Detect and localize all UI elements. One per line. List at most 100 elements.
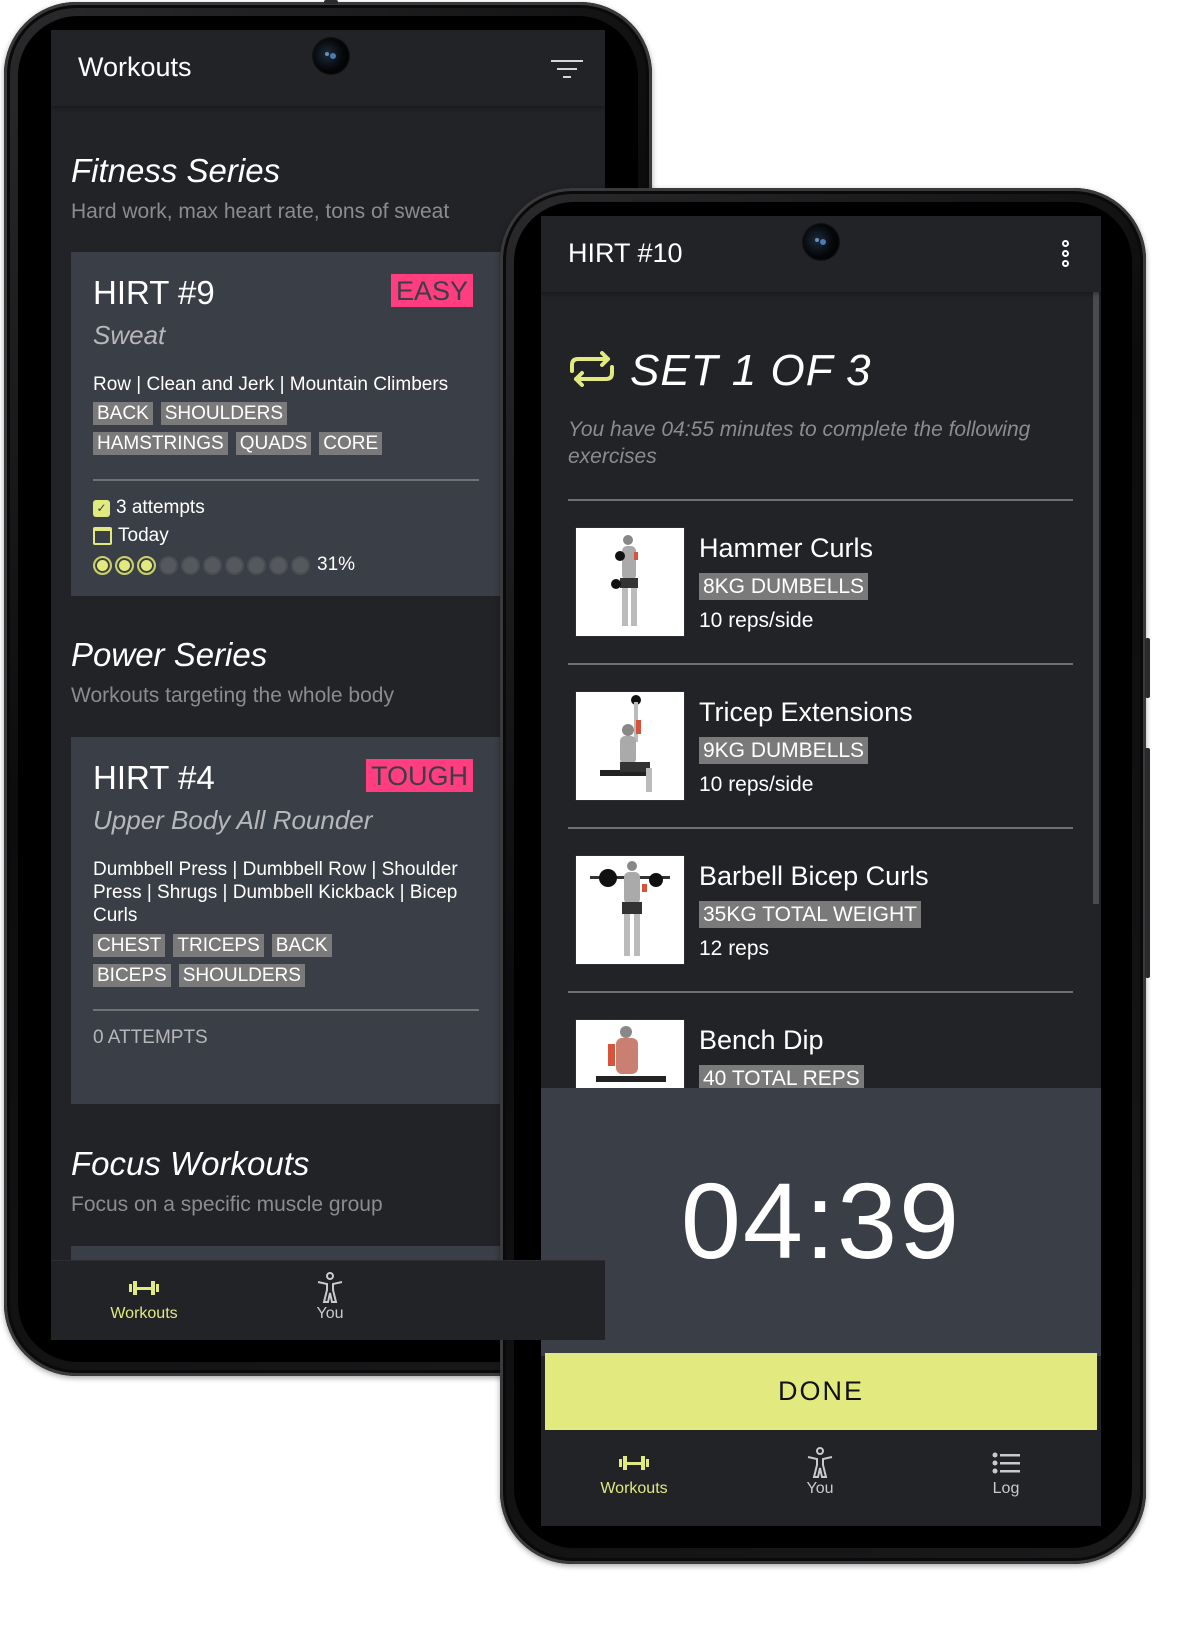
progress-dot-filled bbox=[93, 555, 112, 575]
nav-label: You bbox=[806, 1480, 834, 1497]
progress-dot-empty bbox=[291, 555, 310, 575]
exercise-image bbox=[575, 855, 685, 965]
muscle-tag: BACK bbox=[93, 402, 153, 425]
countdown-timer: 04:39 bbox=[680, 1160, 962, 1281]
front-camera bbox=[313, 38, 349, 74]
exercise-image bbox=[575, 527, 685, 637]
set-title: SET 1 OF 3 bbox=[630, 346, 872, 395]
muscle-tag: HAMSTRINGS bbox=[93, 432, 228, 455]
nav-label: You bbox=[316, 1305, 344, 1322]
attempts-row: ✓ 3 attempts bbox=[93, 497, 205, 519]
dumbbell-icon bbox=[84, 1271, 204, 1305]
timer-panel: 04:39 bbox=[541, 1088, 1101, 1356]
right-phone-screen: HIRT #10 SET 1 OF 3 You have 04:55 minut… bbox=[541, 216, 1101, 1526]
nav-item-you[interactable]: You bbox=[760, 1446, 880, 1498]
bottom-nav: Workouts You bbox=[51, 1260, 605, 1340]
repeat-icon bbox=[568, 350, 616, 392]
nav-item-log[interactable]: Log bbox=[946, 1446, 1066, 1498]
muscle-tags: BACK SHOULDERS HAMSTRINGS QUADS CORE bbox=[93, 402, 423, 455]
difficulty-badge: EASY bbox=[390, 274, 473, 307]
done-button[interactable]: DONE bbox=[545, 1353, 1097, 1430]
right-phone-frame: HIRT #10 SET 1 OF 3 You have 04:55 minut… bbox=[500, 188, 1150, 1564]
divider bbox=[568, 663, 1073, 665]
right-phone-bezel: HIRT #10 SET 1 OF 3 You have 04:55 minut… bbox=[514, 202, 1132, 1548]
progress-dot-filled bbox=[137, 555, 156, 575]
progress-dot-empty bbox=[203, 555, 222, 575]
nav-label: Log bbox=[992, 1480, 1020, 1497]
exercise-weight: 8KG DUMBELLS bbox=[699, 573, 869, 600]
card-divider bbox=[93, 1009, 479, 1011]
dumbbell-icon bbox=[574, 1446, 694, 1480]
workout-subtitle: Upper Body All Rounder bbox=[93, 805, 373, 835]
filter-icon[interactable] bbox=[551, 60, 583, 80]
progress-dot-empty bbox=[269, 555, 288, 575]
nav-item-workouts[interactable]: Workouts bbox=[84, 1271, 204, 1323]
bottom-nav: Workouts You Log bbox=[541, 1436, 1101, 1526]
section-subtitle: Focus on a specific muscle group bbox=[71, 1193, 383, 1216]
calendar-icon bbox=[93, 527, 112, 545]
nav-label: Workouts bbox=[110, 1305, 178, 1322]
card-divider bbox=[93, 479, 479, 481]
last-done-row: Today bbox=[93, 525, 169, 547]
workout-subtitle: Sweat bbox=[93, 320, 166, 350]
progress-dot-empty bbox=[159, 555, 178, 575]
person-icon bbox=[270, 1271, 390, 1305]
nav-item-you[interactable]: You bbox=[270, 1271, 390, 1323]
exercise-name: Hammer Curls bbox=[699, 533, 874, 563]
page-title: Workouts bbox=[78, 52, 192, 82]
difficulty-badge: TOUGH bbox=[365, 759, 473, 792]
muscle-tag: QUADS bbox=[235, 432, 312, 455]
exercise-list: Dumbbell Press | Dumbbell Row | Shoulder… bbox=[93, 859, 458, 926]
divider bbox=[568, 827, 1073, 829]
exercise-name: Bench Dip bbox=[699, 1025, 824, 1055]
exercise-reps: 12 reps bbox=[699, 937, 770, 960]
last-done-date: Today bbox=[118, 525, 169, 546]
progress-dot-empty bbox=[247, 555, 266, 575]
side-button bbox=[1145, 638, 1150, 698]
page-title: HIRT #10 bbox=[568, 238, 683, 268]
divider bbox=[568, 499, 1073, 501]
workout-card-hirt-4[interactable]: HIRT #4 TOUGH Upper Body All Rounder Dum… bbox=[71, 737, 501, 1104]
more-vert-icon[interactable] bbox=[1061, 238, 1071, 270]
exercise-reps: 10 reps/side bbox=[699, 773, 814, 796]
list-icon bbox=[946, 1446, 1066, 1480]
exercise-list: Row | Clean and Jerk | Mountain Climbers bbox=[93, 374, 449, 395]
progress-dots: 31% bbox=[93, 554, 355, 576]
muscle-tag: SHOULDERS bbox=[178, 964, 305, 987]
exercise-image bbox=[575, 691, 685, 801]
progress-dot-empty bbox=[181, 555, 200, 575]
side-button bbox=[1145, 748, 1150, 978]
section-title: Power Series bbox=[71, 636, 268, 673]
exercise-weight: 9KG DUMBELLS bbox=[699, 737, 869, 764]
section-subtitle: Workouts targeting the whole body bbox=[71, 684, 394, 707]
exercise-name: Tricep Extensions bbox=[699, 697, 913, 727]
section-title: Focus Workouts bbox=[71, 1145, 310, 1182]
scrollbar[interactable] bbox=[1093, 292, 1099, 904]
exercise-item[interactable]: Tricep Extensions 9KG DUMBELLS 10 reps/s… bbox=[575, 691, 1065, 801]
muscle-tags: CHEST TRICEPS BACK BICEPS SHOULDERS bbox=[93, 934, 413, 987]
muscle-tag: TRICEPS bbox=[173, 934, 264, 957]
muscle-tag: SHOULDERS bbox=[160, 402, 287, 425]
workout-card-hirt-9[interactable]: HIRT #9 EASY Sweat Row | Clean and Jerk … bbox=[71, 252, 501, 596]
muscle-tag: BACK bbox=[271, 934, 332, 957]
section-subtitle: Hard work, max heart rate, tons of sweat bbox=[71, 200, 450, 223]
exercise-item[interactable]: Hammer Curls 8KG DUMBELLS 10 reps/side bbox=[575, 527, 1065, 637]
progress-percent: 31% bbox=[317, 554, 356, 575]
progress-dot-filled bbox=[115, 555, 134, 575]
exercise-weight: 35KG TOTAL WEIGHT bbox=[699, 901, 921, 928]
front-camera bbox=[803, 224, 839, 260]
workout-title: HIRT #9 bbox=[93, 274, 215, 311]
exercise-name: Barbell Bicep Curls bbox=[699, 861, 929, 891]
workout-title: HIRT #4 bbox=[93, 759, 215, 796]
attempts-count: 3 attempts bbox=[116, 497, 205, 518]
muscle-tag: CHEST bbox=[93, 934, 166, 957]
set-description: You have 04:55 minutes to complete the f… bbox=[568, 418, 1031, 468]
muscle-tag: CORE bbox=[319, 432, 383, 455]
set-header: SET 1 OF 3 bbox=[568, 346, 872, 396]
nav-item-workouts[interactable]: Workouts bbox=[574, 1446, 694, 1498]
exercise-item[interactable]: Barbell Bicep Curls 35KG TOTAL WEIGHT 12… bbox=[575, 855, 1065, 965]
side-button bbox=[324, 0, 338, 4]
person-icon bbox=[760, 1446, 880, 1480]
exercise-reps: 10 reps/side bbox=[699, 609, 814, 632]
nav-label: Workouts bbox=[600, 1480, 668, 1497]
